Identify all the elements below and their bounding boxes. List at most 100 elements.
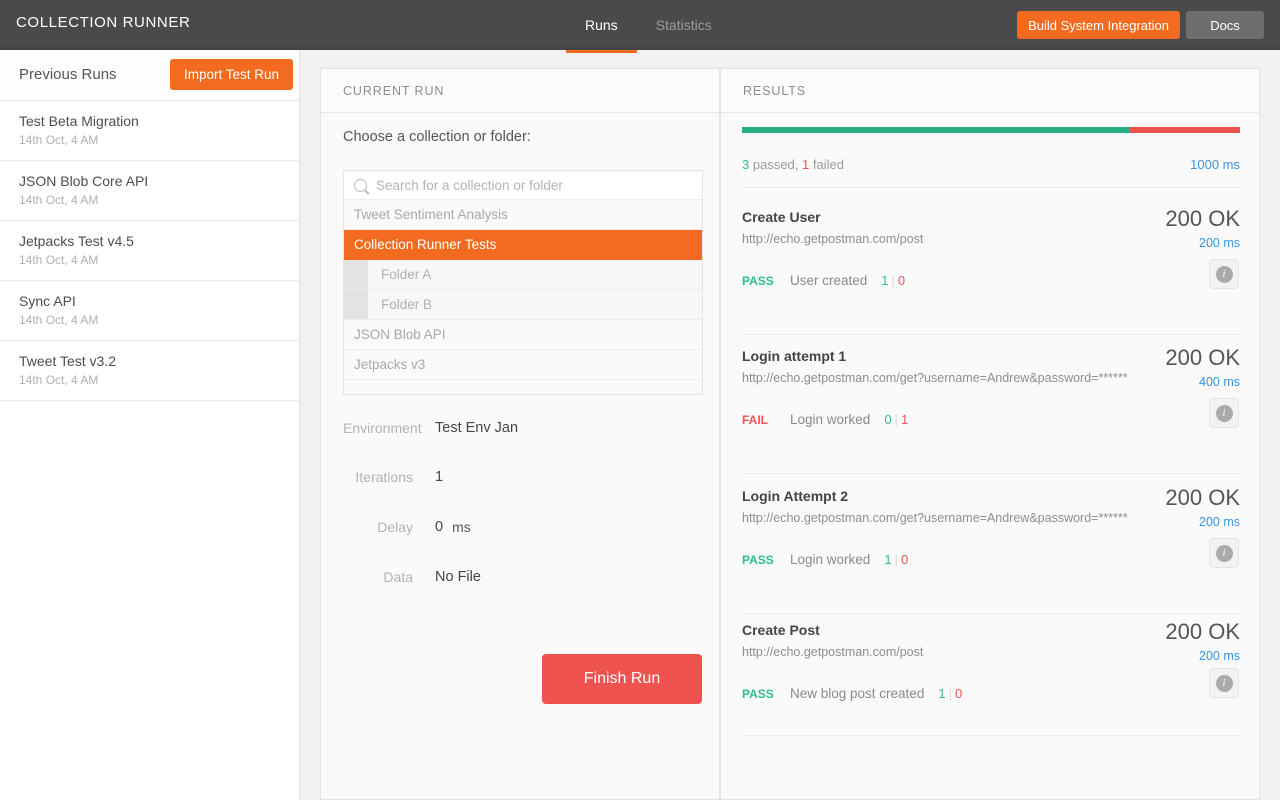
test-verdict: PASS [742, 686, 774, 701]
import-test-run-button[interactable]: Import Test Run [170, 59, 294, 90]
response-status: 200 OK [1165, 485, 1240, 510]
choose-collection-label: Choose a collection or folder: [343, 129, 531, 145]
response-status: 200 OK [1165, 345, 1240, 370]
results-progress-bar [742, 127, 1240, 133]
collection-item[interactable]: Jetpacks v3 [344, 350, 702, 380]
setting-value[interactable]: No File [435, 569, 481, 585]
previous-run-date: 14th Oct, 4 AM [19, 313, 99, 327]
results-panel-header: RESULTS [721, 69, 1259, 113]
results-divider [742, 187, 1240, 188]
previous-run-date: 14th Oct, 4 AM [19, 133, 99, 147]
test-counts: 1 | 0 [881, 273, 905, 288]
info-icon: i [1215, 674, 1233, 692]
request-url: http://echo.getpostman.com/post [742, 645, 924, 659]
test-fail-count: 0 [954, 686, 963, 701]
collection-item[interactable]: Tweet Sentiment Analysis [344, 200, 702, 230]
folder-indent-gutter [344, 290, 368, 319]
top-navigation-bar: COLLECTION RUNNER Runs Statistics Build … [0, 0, 1280, 53]
collection-item-selected[interactable]: Collection Runner Tests [344, 230, 702, 260]
count-separator: | [948, 686, 952, 701]
info-button[interactable]: i [1209, 259, 1239, 289]
count-separator: | [891, 273, 895, 288]
previous-runs-title: Previous Runs [19, 66, 117, 83]
result-row-divider [742, 473, 1240, 474]
test-fail-count: 0 [897, 273, 906, 288]
collection-list-footer [344, 380, 702, 394]
current-run-panel-title: CURRENT RUN [343, 83, 445, 98]
finish-run-button[interactable]: Finish Run [542, 654, 702, 704]
test-description: User created [790, 273, 868, 288]
setting-value[interactable]: 0 [435, 519, 443, 535]
previous-run-item[interactable]: JSON Blob Core API 14th Oct, 4 AM [0, 161, 299, 221]
setting-row: Data No File [343, 567, 703, 587]
current-run-panel-header: CURRENT RUN [321, 69, 719, 113]
count-separator: | [894, 412, 898, 427]
failed-count: 1 [802, 157, 810, 172]
previous-run-name: Test Beta Migration [19, 113, 139, 129]
sidebar-header: Previous Runs Import Test Run [0, 50, 299, 101]
info-button[interactable]: i [1209, 398, 1239, 428]
previous-run-item[interactable]: Jetpacks Test v4.5 14th Oct, 4 AM [0, 221, 299, 281]
setting-value[interactable]: Test Env Jan [435, 420, 518, 436]
current-run-panel: CURRENT RUN Choose a collection or folde… [320, 68, 720, 800]
test-result-line: PASS Login worked 1 | 0 [742, 552, 908, 567]
previous-run-date: 14th Oct, 4 AM [19, 253, 99, 267]
failed-label: failed [812, 157, 844, 172]
previous-run-item[interactable]: Tweet Test v3.2 14th Oct, 4 AM [0, 341, 299, 401]
previous-run-item[interactable]: Sync API 14th Oct, 4 AM [0, 281, 299, 341]
info-icon: i [1215, 265, 1233, 283]
info-icon: i [1215, 544, 1233, 562]
setting-unit: ms [452, 519, 471, 535]
setting-label: Data [383, 569, 413, 585]
results-panel-title: RESULTS [743, 83, 807, 98]
collection-folder-item[interactable]: Folder B [344, 290, 702, 320]
setting-value[interactable]: 1 [435, 469, 443, 485]
previous-run-name: JSON Blob Core API [19, 173, 149, 189]
search-input[interactable] [376, 177, 676, 193]
test-verdict: FAIL [742, 412, 768, 427]
test-result-line: FAIL Login worked 0 | 1 [742, 412, 908, 427]
setting-row: Delay 0 ms [343, 517, 703, 537]
app-title: COLLECTION RUNNER [16, 14, 191, 31]
results-panel: RESULTS 3 passed, 1 failed 1000 ms Creat… [720, 68, 1260, 800]
tab-runs[interactable]: Runs [566, 0, 637, 53]
collection-search-row[interactable] [344, 171, 702, 200]
test-pass-count: 1 [884, 552, 892, 567]
results-summary-counts: 3 passed, 1 failed [742, 157, 844, 172]
count-separator: | [894, 552, 898, 567]
request-url: http://echo.getpostman.com/get?username=… [742, 511, 1128, 525]
info-button[interactable]: i [1209, 668, 1239, 698]
setting-label: Environment [343, 420, 422, 436]
tab-statistics[interactable]: Statistics [637, 0, 731, 50]
result-row: Login attempt 1 http://echo.getpostman.co… [742, 345, 1240, 488]
test-fail-count: 0 [900, 552, 909, 567]
test-pass-count: 1 [938, 686, 946, 701]
nav-tabs: Runs Statistics [566, 0, 731, 53]
folder-indent-gutter [344, 260, 368, 289]
test-counts: 1 | 0 [938, 686, 962, 701]
test-verdict: PASS [742, 552, 774, 567]
collection-folder-label: Folder B [381, 297, 433, 312]
test-pass-count: 0 [884, 412, 892, 427]
previous-run-name: Jetpacks Test v4.5 [19, 233, 134, 249]
result-row: Create Post http://echo.getpostman.com/po… [742, 619, 1240, 750]
previous-run-item[interactable]: Test Beta Migration 14th Oct, 4 AM [0, 101, 299, 161]
response-time: 200 ms [1199, 649, 1240, 663]
previous-run-date: 14th Oct, 4 AM [19, 193, 99, 207]
collection-folder-item[interactable]: Folder A [344, 260, 702, 290]
request-url: http://echo.getpostman.com/get?username=… [742, 371, 1128, 385]
test-fail-count: 1 [900, 412, 909, 427]
passed-count: 3 [742, 157, 750, 172]
build-system-integration-button[interactable]: Build System Integration [1017, 11, 1180, 39]
collection-item[interactable]: JSON Blob API [344, 320, 702, 350]
test-result-line: PASS User created 1 | 0 [742, 273, 905, 288]
info-button[interactable]: i [1209, 538, 1239, 568]
response-time: 200 ms [1199, 515, 1240, 529]
response-status: 200 OK [1165, 206, 1240, 231]
response-status: 200 OK [1165, 619, 1240, 644]
docs-button[interactable]: Docs [1186, 11, 1264, 39]
test-pass-count: 1 [881, 273, 889, 288]
result-row-divider [742, 334, 1240, 335]
info-icon: i [1215, 404, 1233, 422]
previous-run-name: Sync API [19, 293, 76, 309]
